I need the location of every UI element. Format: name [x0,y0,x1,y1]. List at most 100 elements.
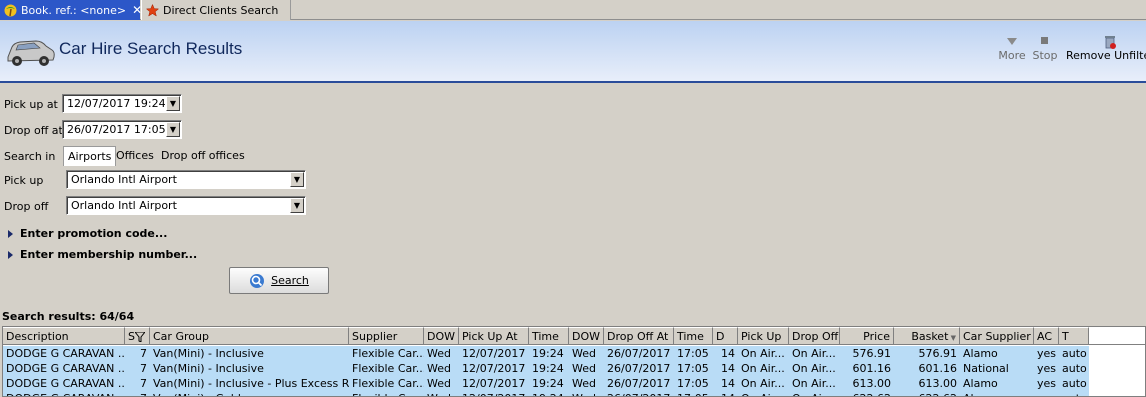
remove-unfiltered-label: Remove Unfiltered [1066,49,1146,62]
dropoff-at-field[interactable]: 26/07/2017 17:05 ▼ [62,120,182,139]
column-header[interactable]: T [1059,327,1089,345]
column-header[interactable]: S [125,327,150,345]
column-header[interactable]: Description [3,327,125,345]
table-row[interactable]: DODGE G CARAVAN ...7Van(Mini) - GoldFlex… [3,391,1089,396]
table-cell: 7 [140,362,147,375]
search-in-airports-tab[interactable]: Airports [63,146,117,166]
column-header[interactable]: Car Group [150,327,349,345]
table-cell: 17:05 [677,377,709,390]
table-cell: auto [1062,347,1087,360]
tab-direct-clients-search-label: Direct Clients Search [163,3,279,17]
pickup-location-select[interactable]: Orlando Intl Airport ▼ [66,170,306,189]
table-cell: auto [1062,377,1087,390]
table-cell: Wed [427,377,451,390]
table-cell: On Air... [792,347,836,360]
table-cell: Van(Mini) - Inclusive [153,347,264,360]
search-button[interactable]: Search [229,267,329,294]
results-table: Description S Car Group Supplier DOW Pick Up … [2,326,1146,397]
table-cell: 19:24 [532,362,564,375]
pickup-label: Pick up [4,174,44,187]
triangle-down-icon [1006,35,1018,47]
table-cell: yes [1037,347,1057,360]
table-cell: Alamo [960,391,1034,396]
column-header[interactable]: Time [529,327,569,345]
table-cell: 26/07/2017 [607,347,671,360]
table-row[interactable]: DODGE G CARAVAN ... 7 Van(Mini) - Inclusiv… [3,376,1089,391]
promotion-code-label: Enter promotion code... [20,227,168,240]
table-cell: DODGE G CARAVAN ... [6,362,125,375]
column-header[interactable]: D [713,327,738,345]
search-in-label: Search in [4,150,56,163]
stop-button[interactable]: Stop [1032,35,1058,62]
search-in-dropoff-offices-tab[interactable]: Drop off offices [157,146,249,166]
column-header[interactable]: Time [674,327,713,345]
search-button-label: Search [271,274,309,287]
filter-icon[interactable] [133,330,147,343]
table-cell: Wed [572,347,596,360]
table-cell: 19:24 [532,347,564,360]
table-cell: On Air... [741,377,785,390]
column-header[interactable]: AC [1034,327,1059,345]
remove-unfiltered-button[interactable]: Remove Unfiltered [1066,35,1146,62]
table-cell: 613.00 [918,377,958,390]
table-cell: 17:05 [677,362,709,375]
column-header[interactable]: Drop Off [789,327,840,345]
triangle-right-icon [8,230,13,238]
table-cell: 12/07/2017 [462,347,526,360]
table-cell: 601.16 [918,362,958,375]
column-header[interactable]: Price [840,327,894,345]
table-cell: Wed [569,391,604,396]
column-header[interactable]: Pick Up [738,327,789,345]
palm-tree-icon [4,4,17,17]
search-results-count: Search results: 64/64 [2,310,135,323]
column-header[interactable]: Basket ▼ [894,327,960,345]
table-row[interactable]: DODGE G CARAVAN ... 7 Van(Mini) - Inclusiv… [3,361,1089,376]
triangle-right-icon [8,251,13,259]
table-cell: 622.62 [840,391,894,396]
promotion-code-expander[interactable]: Enter promotion code... [8,227,167,240]
table-cell: 26/07/2017 [607,362,671,375]
table-cell: DODGE G CARAVAN ... [6,377,125,390]
table-cell: 19:24 [529,391,569,396]
column-header[interactable]: DOW [424,327,459,345]
car-icon [4,33,56,72]
column-header[interactable]: Supplier [349,327,424,345]
chevron-down-icon[interactable]: ▼ [166,122,180,137]
column-header[interactable]: Car Supplier [960,327,1034,345]
chevron-down-icon[interactable]: ▼ [166,96,180,111]
page-title: Car Hire Search Results [59,39,243,58]
table-cell: 14 [721,347,735,360]
table-cell: Van(Mini) - Inclusive - Plus Excess Ref.… [153,377,349,390]
table-cell: On Air... [738,391,789,396]
table-cell: National [963,362,1009,375]
table-cell: 19:24 [532,377,564,390]
table-row[interactable]: DODGE G CARAVAN ... 7 Van(Mini) - Inclusiv… [3,346,1089,361]
column-header[interactable]: Drop Off At [604,327,674,345]
tab-direct-clients-search[interactable]: Direct Clients Search [141,0,291,20]
table-cell: Van(Mini) - Inclusive [153,362,264,375]
dropoff-location-select[interactable]: Orlando Intl Airport ▼ [66,196,306,215]
table-cell: 601.16 [852,362,892,375]
table-cell: On Air... [792,362,836,375]
table-cell: 12/07/2017 [459,391,529,396]
pickup-at-value: 12/07/2017 19:24 [67,97,166,110]
stop-label: Stop [1032,49,1058,62]
chevron-down-icon[interactable]: ▼ [290,198,304,213]
pickup-location-value: Orlando Intl Airport [71,173,177,186]
table-cell: Alamo [963,347,998,360]
table-cell: 613.00 [852,377,892,390]
table-cell: 7 [125,391,150,396]
column-header[interactable]: DOW [569,327,604,345]
search-in-offices-tab[interactable]: Offices [112,146,158,166]
membership-number-expander[interactable]: Enter membership number... [8,248,197,261]
table-cell: DODGE G CARAVAN ... [3,391,125,396]
table-cell: 14 [721,377,735,390]
tab-booking-ref[interactable]: Book. ref.: <none> ✕ [0,0,142,20]
pickup-at-field[interactable]: 12/07/2017 19:24 ▼ [62,94,182,113]
search-icon [249,273,265,289]
column-header[interactable]: Pick Up At [459,327,529,345]
table-cell: 26/07/2017 [604,391,674,396]
star-icon [145,3,160,17]
more-button[interactable]: More [998,35,1026,62]
chevron-down-icon[interactable]: ▼ [290,172,304,187]
